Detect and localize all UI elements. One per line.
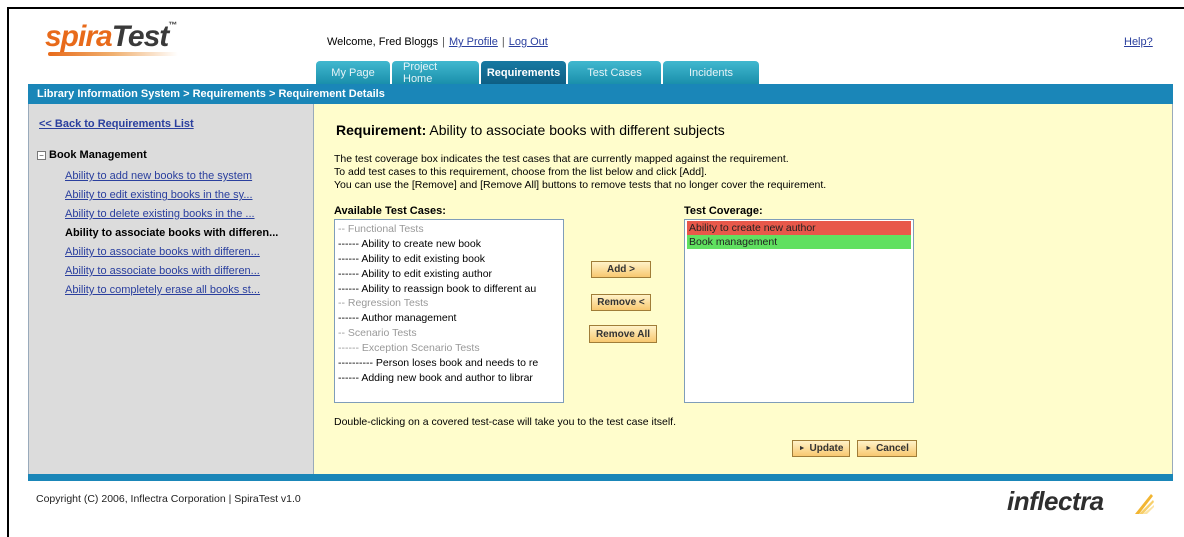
list-item[interactable]: ------ Ability to reassign book to diffe… — [338, 282, 560, 297]
log-out-link[interactable]: Log Out — [509, 36, 548, 48]
inflectra-logo: inflectra — [1007, 486, 1104, 516]
tree-item[interactable]: Ability to associate books with differen… — [65, 262, 278, 281]
main-tabs: My Page Project Home Requirements Test C… — [316, 61, 759, 85]
page-title: Requirement: Ability to associate books … — [336, 122, 725, 138]
tree-item[interactable]: Ability to completely erase all books st… — [65, 281, 278, 300]
list-item[interactable]: ------ Author management — [338, 311, 560, 326]
tree-item[interactable]: Ability to delete existing books in the … — [65, 205, 278, 224]
available-test-cases-list[interactable]: -- Functional Tests ------ Ability to cr… — [334, 219, 564, 403]
copyright-text: Copyright (C) 2006, Inflectra Corporatio… — [36, 493, 301, 505]
my-profile-link[interactable]: My Profile — [449, 36, 498, 48]
list-item[interactable]: ---------- Person loses book and needs t… — [338, 356, 560, 371]
welcome-text: Welcome, Fred Bloggs — [327, 36, 439, 48]
tab-incidents[interactable]: Incidents — [663, 61, 759, 84]
back-to-requirements-link[interactable]: << Back to Requirements List — [39, 118, 194, 130]
frame-top-border — [7, 7, 1184, 9]
tab-test-cases[interactable]: Test Cases — [568, 61, 661, 84]
footer-bar — [28, 474, 1173, 481]
list-item[interactable]: ------ Exception Scenario Tests — [338, 341, 560, 356]
list-item[interactable]: Ability to create new author — [687, 221, 911, 235]
requirements-sidebar: << Back to Requirements List − Book Mana… — [28, 104, 314, 474]
remove-button[interactable]: Remove < — [591, 294, 651, 311]
welcome-bar: Welcome, Fred Bloggs | My Profile | Log Out — [327, 36, 548, 48]
breadcrumb: Library Information System > Requirement… — [28, 84, 1173, 104]
list-item[interactable]: ------ Ability to edit existing book — [338, 252, 560, 267]
test-coverage-list[interactable]: Ability to create new author Book manage… — [684, 219, 914, 403]
help-link[interactable]: Help? — [1124, 36, 1153, 48]
help-note: Double-clicking on a covered test-case w… — [334, 416, 676, 428]
list-item[interactable]: ------ Ability to create new book — [338, 237, 560, 252]
list-item[interactable]: ------ Ability to edit existing author — [338, 267, 560, 282]
tree-item[interactable]: Ability to associate books with differen… — [65, 243, 278, 262]
update-button[interactable]: ► Update — [792, 440, 850, 457]
tree-root-book-management[interactable]: Book Management — [49, 149, 147, 161]
triangle-right-icon: ► — [865, 445, 873, 452]
list-item[interactable]: -- Functional Tests — [338, 222, 560, 237]
tab-my-page[interactable]: My Page — [316, 61, 390, 84]
instructions: The test coverage box indicates the test… — [334, 153, 827, 191]
frame-left-border — [7, 7, 9, 537]
add-button[interactable]: Add > — [591, 261, 651, 278]
list-item[interactable]: ------ Adding new book and author to lib… — [338, 371, 560, 386]
list-item[interactable]: -- Regression Tests — [338, 296, 560, 311]
tab-requirements[interactable]: Requirements — [481, 61, 566, 84]
spiratest-logo: spiraTest™ — [45, 20, 177, 53]
triangle-right-icon: ► — [798, 445, 806, 452]
logo-swoosh — [48, 52, 178, 56]
test-coverage-label: Test Coverage: — [684, 205, 763, 217]
requirement-tree: Ability to add new books to the system A… — [65, 167, 278, 300]
remove-all-button[interactable]: Remove All — [589, 325, 657, 343]
cancel-button[interactable]: ► Cancel — [857, 440, 917, 457]
inflectra-swoosh-icon — [1135, 494, 1154, 514]
list-item[interactable]: -- Scenario Tests — [338, 326, 560, 341]
requirement-details-panel: Requirement: Ability to associate books … — [314, 104, 1173, 474]
list-item[interactable]: Book management — [687, 235, 911, 249]
tree-item[interactable]: Ability to add new books to the system — [65, 167, 278, 186]
tree-item[interactable]: Ability to edit existing books in the sy… — [65, 186, 278, 205]
tree-item-current[interactable]: Ability to associate books with differen… — [65, 224, 278, 243]
collapse-icon[interactable]: − — [37, 151, 46, 160]
tab-project-home[interactable]: Project Home — [392, 61, 479, 85]
available-test-cases-label: Available Test Cases: — [334, 205, 446, 217]
